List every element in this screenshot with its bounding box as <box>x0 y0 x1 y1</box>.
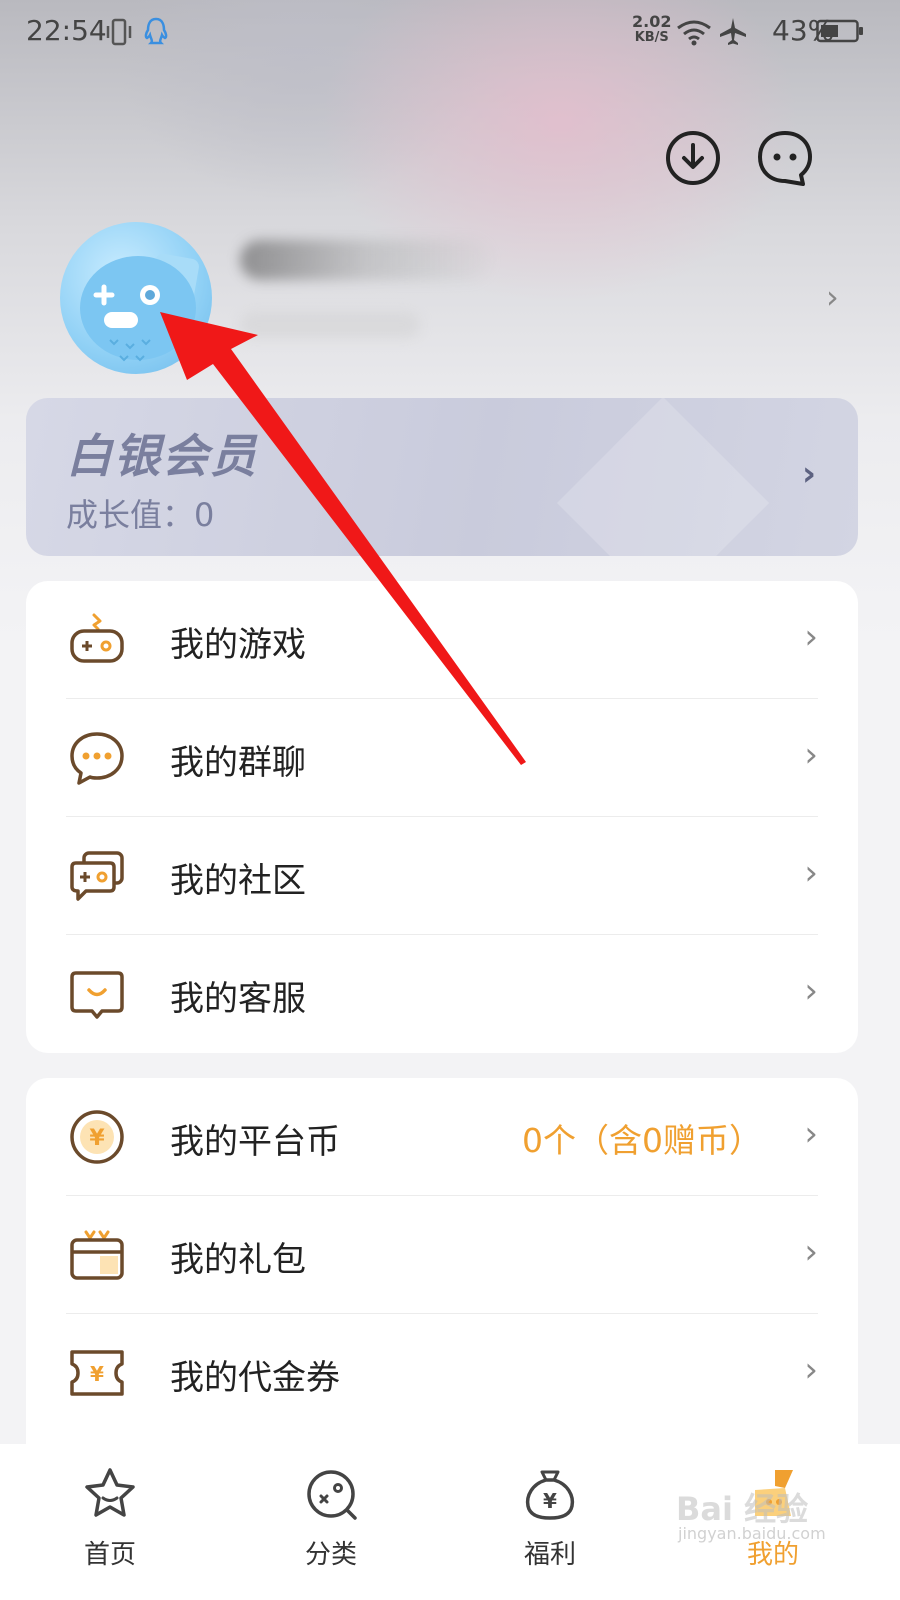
chevron-right-icon: › <box>804 735 818 775</box>
gift-pack-icon <box>70 1230 124 1280</box>
menu-group-main: 我的游戏 › 我的群聊 › 我的社区 › 我的客服 › <box>26 581 858 1053</box>
gamepad-icon <box>70 613 124 663</box>
network-speed-value: 2.02 <box>632 12 672 31</box>
svg-text:¥: ¥ <box>89 1126 105 1151</box>
menu-label: 我的社区 <box>170 861 306 901</box>
avatar-creature-icon <box>80 253 199 362</box>
download-button[interactable] <box>666 131 720 185</box>
menu-item-my-vouchers[interactable]: ¥ 我的代金券 › <box>26 1314 858 1432</box>
vibrate-icon <box>106 18 132 46</box>
menu-label: 我的代金券 <box>170 1358 340 1398</box>
airplane-mode-icon <box>720 18 746 45</box>
menu-item-my-group-chat[interactable]: 我的群聊 › <box>26 699 858 817</box>
planet-icon <box>307 1470 357 1520</box>
chevron-right-icon: › <box>804 617 818 657</box>
member-card-decoration <box>556 398 770 556</box>
tab-category[interactable]: 分类 <box>241 1458 421 1588</box>
coin-balance: 0个（含0赠币） <box>522 1121 762 1160</box>
download-arrow-icon <box>682 143 704 169</box>
avatar[interactable] <box>60 222 212 374</box>
tab-label: 福利 <box>523 1540 576 1570</box>
tab-home[interactable]: 首页 <box>20 1458 200 1588</box>
menu-item-my-gift-packs[interactable]: 我的礼包 › <box>26 1196 858 1314</box>
user-id-blurred <box>240 312 420 338</box>
network-speed: 2.02 KB/S <box>632 14 671 46</box>
community-cards-icon <box>70 851 124 901</box>
svg-text:¥: ¥ <box>90 1362 104 1386</box>
menu-label: 我的客服 <box>170 979 306 1019</box>
menu-label: 我的平台币 <box>170 1122 340 1162</box>
customer-service-icon <box>70 971 124 1019</box>
growth-value: 成长值：0 <box>66 496 215 534</box>
chevron-right-icon: › <box>804 971 818 1011</box>
svg-text:¥: ¥ <box>543 1489 557 1513</box>
menu-label: 我的群聊 <box>170 743 306 783</box>
voucher-icon: ¥ <box>70 1350 124 1396</box>
watermark-url: jingyan.baidu.com <box>678 1524 826 1543</box>
chat-bubble-icon <box>70 732 124 785</box>
member-card[interactable]: 白银会员 成长值：0 › <box>26 398 858 556</box>
menu-item-my-games[interactable]: 我的游戏 › <box>26 581 858 699</box>
network-speed-unit: KB/S <box>634 30 669 45</box>
member-card-chevron-icon: › <box>801 454 816 494</box>
wifi-icon <box>677 20 711 46</box>
member-level-title: 白银会员 <box>66 429 258 483</box>
menu-label: 我的礼包 <box>170 1240 306 1280</box>
menu-group-assets: ¥ 我的平台币 0个（含0赠币） › 我的礼包 › ¥ 我的代金券 › <box>26 1078 858 1478</box>
username-blurred <box>240 240 490 280</box>
profile-chevron-icon[interactable]: › <box>826 278 839 316</box>
money-bag-icon: ¥ <box>525 1470 575 1520</box>
chevron-right-icon: › <box>804 853 818 893</box>
tab-label: 首页 <box>83 1540 136 1570</box>
tab-welfare[interactable]: ¥ 福利 <box>460 1458 640 1588</box>
star-icon <box>85 1468 135 1517</box>
battery-icon <box>816 19 863 43</box>
chevron-right-icon: › <box>804 1114 818 1154</box>
chevron-right-icon: › <box>804 1232 818 1272</box>
message-button[interactable] <box>755 129 815 189</box>
status-time: 22:54 <box>26 14 107 47</box>
qq-icon <box>144 17 168 45</box>
menu-item-my-customer-service[interactable]: 我的客服 › <box>26 935 858 1053</box>
chevron-right-icon: › <box>804 1350 818 1390</box>
tab-label: 分类 <box>304 1540 357 1570</box>
coin-icon: ¥ <box>70 1110 124 1164</box>
status-bar: 22:54 2.02 KB/S 43% <box>0 0 900 66</box>
menu-label: 我的游戏 <box>170 625 306 665</box>
menu-item-platform-coins[interactable]: ¥ 我的平台币 0个（含0赠币） › <box>26 1078 858 1196</box>
menu-item-my-community[interactable]: 我的社区 › <box>26 817 858 935</box>
